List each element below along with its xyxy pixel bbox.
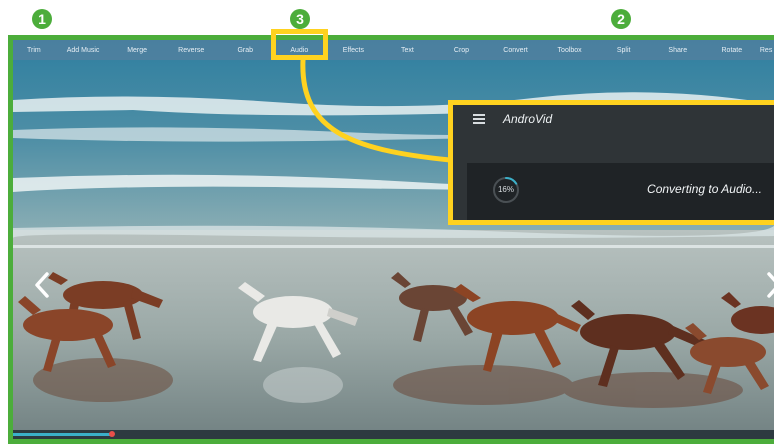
- conversion-dialog: AndroVid 16% Converting to Audio...: [448, 100, 774, 225]
- toolbar-item-trim[interactable]: Trim: [27, 47, 55, 54]
- toolbar-item-rotate[interactable]: Rotate: [706, 47, 758, 54]
- playback-timeline[interactable]: [13, 430, 774, 439]
- toolbar-item-grab[interactable]: Grab: [219, 47, 271, 54]
- toolbar-item-share[interactable]: Share: [652, 47, 704, 54]
- chevron-left-icon[interactable]: [31, 270, 53, 300]
- toolbar-item-effects[interactable]: Effects: [327, 47, 379, 54]
- toolbar-item-crop[interactable]: Crop: [436, 47, 488, 54]
- video-preview-frame: Trim Add Music Merge Reverse Grab Audio …: [8, 35, 774, 444]
- hamburger-menu-icon[interactable]: [473, 114, 485, 124]
- toolbar-item-toolbox[interactable]: Toolbox: [544, 47, 596, 54]
- app-title: AndroVid: [503, 112, 553, 126]
- callout-badge-1: 1: [32, 9, 52, 29]
- screenshot-root: Trim Add Music Merge Reverse Grab Audio …: [0, 0, 774, 444]
- timeline-progress-fill: [13, 433, 112, 436]
- timeline-playhead[interactable]: [108, 431, 115, 437]
- toolbar-item-split[interactable]: Split: [598, 47, 650, 54]
- toolbar-item-merge[interactable]: Merge: [111, 47, 163, 54]
- toolbar-item-reverse[interactable]: Reverse: [165, 47, 217, 54]
- toolbar-item-add-music[interactable]: Add Music: [57, 47, 109, 54]
- toolbar-item-convert[interactable]: Convert: [490, 47, 542, 54]
- audio-highlight-box: [271, 29, 328, 60]
- dialog-header: AndroVid: [453, 105, 774, 133]
- callout-badge-3: 3: [290, 9, 310, 29]
- toolbar-item-res[interactable]: Res: [760, 47, 774, 54]
- conversion-status: Converting to Audio...: [647, 182, 762, 196]
- progress-percent: 16%: [497, 185, 514, 194]
- conversion-progress-panel: 16% Converting to Audio...: [467, 163, 774, 220]
- edit-toolbar: Trim Add Music Merge Reverse Grab Audio …: [13, 40, 774, 60]
- chevron-right-icon[interactable]: [763, 270, 774, 300]
- toolbar-item-text[interactable]: Text: [381, 47, 433, 54]
- callout-badge-2: 2: [611, 9, 631, 29]
